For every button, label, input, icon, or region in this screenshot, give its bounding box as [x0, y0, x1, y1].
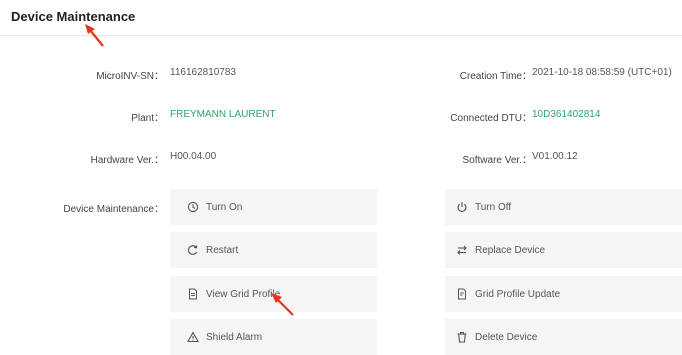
delete-device-label: Delete Device — [475, 331, 538, 343]
turn-on-button[interactable]: Turn On — [170, 189, 377, 225]
document-icon — [186, 287, 200, 301]
annotation-arrow-grid-profile — [271, 293, 294, 316]
software-version-value: V01.00.12 — [532, 151, 578, 162]
warning-icon — [186, 330, 200, 344]
replace-device-button[interactable]: Replace Device — [445, 232, 682, 268]
restart-label: Restart — [206, 244, 239, 256]
shield-alarm-button[interactable]: Shield Alarm — [170, 319, 377, 355]
shield-alarm-label: Shield Alarm — [206, 331, 263, 343]
device-maintenance-label: Device Maintenance： — [63, 204, 164, 215]
clock-icon — [186, 200, 200, 214]
creation-time-value: 2021-10-18 08:58:59 (UTC+01) — [532, 67, 672, 78]
power-icon — [455, 200, 469, 214]
creation-time-label: Creation Time： — [459, 71, 532, 82]
grid-profile-update-label: Grid Profile Update — [475, 288, 561, 300]
annotation-arrow-title — [85, 24, 104, 47]
turn-off-button[interactable]: Turn Off — [445, 189, 682, 225]
hardware-version-label: Hardware Ver.： — [90, 155, 164, 166]
hardware-version-value: H00.04.00 — [170, 151, 217, 162]
restart-button[interactable]: Restart — [170, 232, 377, 268]
page-title: Device Maintenance — [11, 9, 136, 24]
delete-device-button[interactable]: Delete Device — [445, 319, 682, 355]
trash-icon — [455, 330, 469, 344]
replace-device-label: Replace Device — [475, 244, 546, 256]
grid-profile-update-button[interactable]: Grid Profile Update — [445, 276, 682, 312]
plant-label: Plant： — [131, 113, 164, 124]
turn-off-label: Turn Off — [475, 201, 512, 213]
plant-link[interactable]: FREYMANN LAURENT — [170, 109, 276, 120]
swap-icon — [455, 243, 469, 257]
restart-icon — [186, 243, 200, 257]
connected-dtu-link[interactable]: 10D361402814 — [532, 109, 600, 120]
connected-dtu-label: Connected DTU： — [450, 113, 532, 124]
sn-label: MicroINV-SN： — [96, 71, 164, 82]
sn-value: 116162810783 — [170, 67, 236, 78]
turn-on-label: Turn On — [206, 201, 243, 213]
software-version-label: Software Ver.： — [462, 155, 532, 166]
document-update-icon — [455, 287, 469, 301]
